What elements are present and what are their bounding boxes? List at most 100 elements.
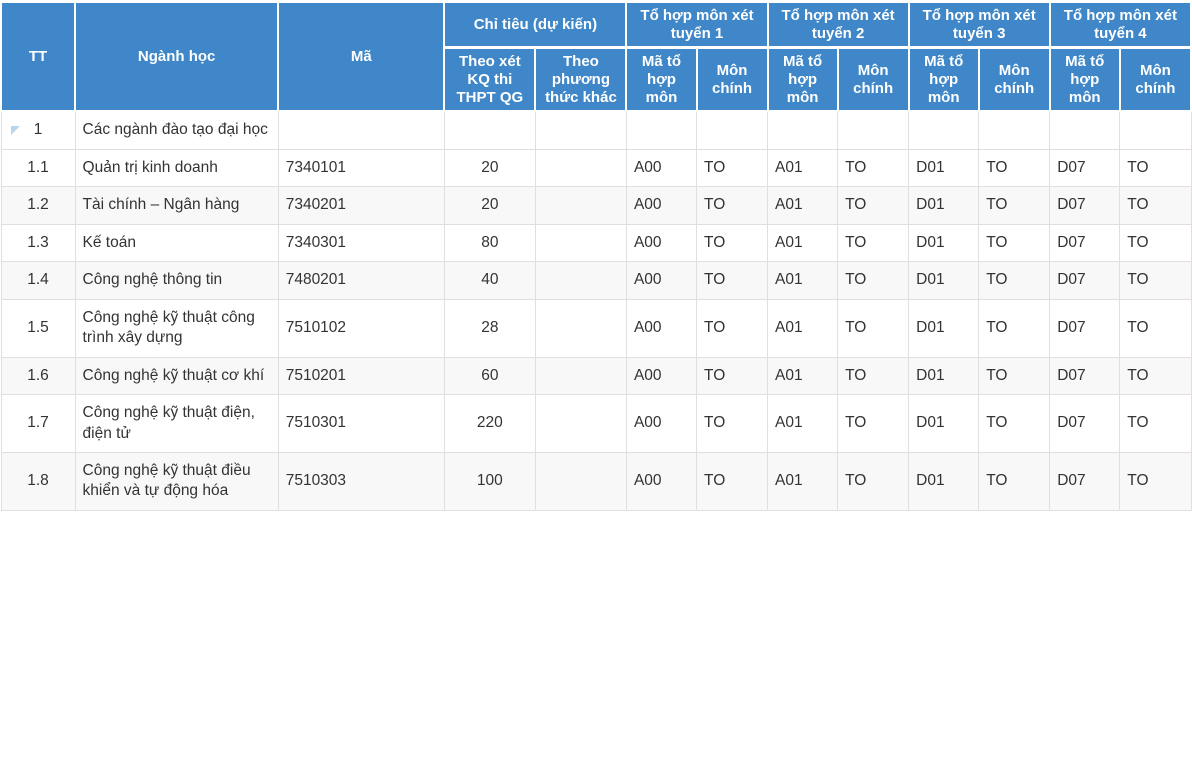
cell-nganh-hoc: Công nghệ thông tin <box>74 261 279 300</box>
table-row[interactable]: 1.3 Kế toán 7340301 80 A00 TO A01 TO D01 TO D07 TO <box>0 223 1192 263</box>
cell-combo4-code: D07 <box>1049 451 1121 511</box>
table-row[interactable]: 1 Các ngành đào tạo đại học <box>0 110 1192 150</box>
cell-combo1-main: TO <box>695 186 769 225</box>
cell-combo2-code: A01 <box>767 186 839 225</box>
table-row[interactable]: 1.6 Công nghệ kỹ thuật cơ khí 7510201 60 A00… <box>0 356 1192 396</box>
cell-tt: 1.2 <box>0 186 76 225</box>
cell-tt: 1.6 <box>0 356 76 396</box>
column-header-ma-to-hop-mon-4[interactable]: Mã tổ hợp môn <box>1048 46 1121 113</box>
cell-ma: 7510201 <box>277 356 445 396</box>
column-header-theo-phuong-thuc-khac[interactable]: Theo phương thức khác <box>534 46 628 113</box>
cell-combo1-code: A00 <box>625 298 698 358</box>
cell-combo3-main: TO <box>978 298 1051 358</box>
cell-quota-other <box>534 223 627 263</box>
cell-combo4-code: D07 <box>1049 261 1121 300</box>
cell-combo2-main: TO <box>837 223 910 263</box>
cell-combo1-main: TO <box>695 261 769 300</box>
column-header-mon-chinh-2[interactable]: Môn chính <box>836 46 910 113</box>
cell-combo3-main <box>978 110 1051 150</box>
cell-quota-thpt: 80 <box>443 223 536 263</box>
cell-combo4-code: D07 <box>1049 394 1121 453</box>
cell-combo3-code: D01 <box>908 394 980 453</box>
cell-combo3-code: D01 <box>908 298 980 358</box>
cell-combo1-main: TO <box>695 356 769 396</box>
column-header-ma[interactable]: Mã <box>277 0 446 113</box>
cell-combo4-code: D07 <box>1049 356 1121 396</box>
cell-combo3-main: TO <box>978 356 1051 396</box>
cell-nganh-hoc: Công nghệ kỹ thuật cơ khí <box>74 356 279 396</box>
column-group-header-to-hop-2[interactable]: Tổ hợp môn xét tuyển 2 <box>766 0 910 49</box>
cell-combo4-main: TO <box>1119 356 1192 396</box>
cell-combo4-code: D07 <box>1049 186 1121 225</box>
cell-combo2-main: TO <box>837 186 910 225</box>
cell-tt: 1.3 <box>0 223 76 263</box>
cell-combo2-main: TO <box>837 261 910 300</box>
cell-tt: 1 <box>0 110 76 150</box>
cell-combo2-code <box>767 110 839 150</box>
cell-combo1-main: TO <box>695 451 769 511</box>
column-header-ma-to-hop-mon-2[interactable]: Mã tổ hợp môn <box>766 46 839 113</box>
column-group-header-chi-tieu[interactable]: Chỉ tiêu (dự kiến) <box>443 0 628 49</box>
table-row[interactable]: 1.1 Quản trị kinh doanh 7340101 20 A00 TO A01 T… <box>0 148 1192 188</box>
cell-combo3-code: D01 <box>908 261 980 300</box>
cell-combo1-main: TO <box>695 148 769 188</box>
cell-combo2-code: A01 <box>767 356 839 396</box>
cell-quota-thpt: 40 <box>443 261 536 300</box>
cell-combo1-code: A00 <box>625 261 698 300</box>
cell-combo2-main: TO <box>837 394 910 453</box>
cell-nganh-hoc: Quản trị kinh doanh <box>74 148 279 188</box>
column-header-mon-chinh-1[interactable]: Môn chính <box>695 46 769 113</box>
cell-quota-other <box>534 394 627 453</box>
cell-quota-thpt: 60 <box>443 356 536 396</box>
cell-quota-thpt: 28 <box>443 298 536 358</box>
cell-nganh-hoc: Kế toán <box>74 223 279 263</box>
cell-combo4-main: TO <box>1119 298 1192 358</box>
cell-nganh-hoc: Công nghệ kỹ thuật điện, điện tử <box>74 394 279 453</box>
table-row[interactable]: 1.7 Công nghệ kỹ thuật điện, điện tử 75103… <box>0 394 1192 453</box>
cell-combo1-code: A00 <box>625 356 698 396</box>
triangle-collapse-icon[interactable] <box>10 125 20 135</box>
cell-combo3-code: D01 <box>908 223 980 263</box>
column-header-tt[interactable]: TT <box>0 0 77 113</box>
cell-combo3-code <box>908 110 980 150</box>
table-row[interactable]: 1.4 Công nghệ thông tin 7480201 40 A00 TO A01 T… <box>0 261 1192 300</box>
admissions-quota-table: TT Ngành học Mã Chỉ tiêu (dự kiến) Tổ hợ… <box>0 0 1192 511</box>
cell-tt: 1.5 <box>0 298 76 358</box>
cell-ma: 7510102 <box>277 298 445 358</box>
column-group-header-to-hop-3[interactable]: Tổ hợp môn xét tuyển 3 <box>907 0 1051 49</box>
cell-combo4-code <box>1049 110 1121 150</box>
cell-quota-thpt: 20 <box>443 148 536 188</box>
cell-quota-other <box>534 261 627 300</box>
cell-combo2-code: A01 <box>767 261 839 300</box>
cell-combo2-code: A01 <box>767 298 839 358</box>
cell-tt: 1.1 <box>0 148 76 188</box>
column-header-mon-chinh-3[interactable]: Môn chính <box>977 46 1051 113</box>
cell-combo3-main: TO <box>978 451 1051 511</box>
column-group-header-to-hop-1[interactable]: Tổ hợp môn xét tuyển 1 <box>625 0 769 49</box>
column-header-theo-xet-kq-thpt[interactable]: Theo xét KQ thi THPT QG <box>443 46 537 113</box>
column-header-nganh-hoc[interactable]: Ngành học <box>74 0 280 113</box>
cell-combo2-code: A01 <box>767 451 839 511</box>
table-header: TT Ngành học Mã Chỉ tiêu (dự kiến) Tổ hợ… <box>0 0 1192 113</box>
column-group-header-to-hop-4[interactable]: Tổ hợp môn xét tuyển 4 <box>1048 0 1192 49</box>
cell-combo3-code: D01 <box>908 186 980 225</box>
cell-combo1-main <box>695 110 769 150</box>
cell-quota-other <box>534 451 627 511</box>
table-body: 1 Các ngành đào tạo đại học 1.1 Quản trị ki… <box>0 110 1192 511</box>
cell-nganh-hoc: Tài chính – Ngân hàng <box>74 186 279 225</box>
cell-combo3-main: TO <box>978 148 1051 188</box>
cell-quota-thpt <box>443 110 536 150</box>
column-header-ma-to-hop-mon-1[interactable]: Mã tổ hợp môn <box>625 46 698 113</box>
cell-quota-other <box>534 298 627 358</box>
cell-combo1-code: A00 <box>625 223 698 263</box>
table-row[interactable]: 1.5 Công nghệ kỹ thuật công trình xây dựn… <box>0 298 1192 358</box>
cell-quota-thpt: 220 <box>443 394 536 453</box>
cell-combo2-code: A01 <box>767 223 839 263</box>
column-header-ma-to-hop-mon-3[interactable]: Mã tổ hợp môn <box>907 46 980 113</box>
cell-ma: 7340201 <box>277 186 445 225</box>
table-row[interactable]: 1.8 Công nghệ kỹ thuật điều khiển và tự đ… <box>0 451 1192 511</box>
cell-combo4-code: D07 <box>1049 148 1121 188</box>
table-row[interactable]: 1.2 Tài chính – Ngân hàng 7340201 20 A00 TO A0… <box>0 186 1192 225</box>
column-header-mon-chinh-4[interactable]: Môn chính <box>1118 46 1192 113</box>
cell-combo2-main: TO <box>837 148 910 188</box>
